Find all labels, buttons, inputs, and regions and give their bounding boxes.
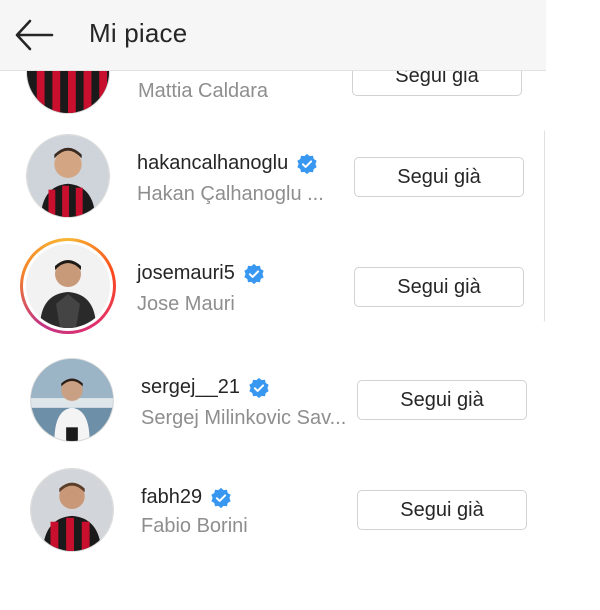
verified-badge-icon <box>297 153 317 174</box>
scrollbar[interactable] <box>540 130 545 322</box>
arrow-left-icon[interactable] <box>14 18 54 52</box>
verified-badge-icon <box>244 263 264 284</box>
user-username[interactable]: sergej__21 <box>141 376 270 399</box>
avatar[interactable] <box>30 358 114 442</box>
user-username[interactable]: fabh29 <box>141 486 232 509</box>
back-button[interactable] <box>14 18 54 52</box>
user-fullname: Fabio Borini <box>141 515 248 537</box>
user-username[interactable]: hakancalhanoglu <box>137 152 318 175</box>
avatar[interactable] <box>26 134 110 218</box>
following-button[interactable]: Segui già <box>354 157 524 197</box>
avatar[interactable] <box>30 468 114 552</box>
list-item[interactable]: fabh29 Fabio Borini Segui già <box>0 468 560 568</box>
list-item[interactable]: josemauri5 Jose Mauri Segui già <box>0 238 560 340</box>
user-username[interactable]: josemauri5 <box>137 262 265 285</box>
username-text[interactable]: hakancalhanoglu <box>137 152 288 175</box>
user-fullname: Hakan Çalhanoglu ... <box>137 183 324 205</box>
user-fullname: Mattia Caldara <box>138 80 269 102</box>
likes-list: Mattia Caldara Segui già hakancalhanoglu… <box>0 0 600 610</box>
story-ring[interactable] <box>20 238 116 334</box>
username-text[interactable]: fabh29 <box>141 486 202 509</box>
page-title: Mi piace <box>89 18 188 48</box>
verified-badge-icon <box>249 377 269 398</box>
following-button[interactable]: Segui già <box>354 267 524 307</box>
user-fullname: Sergej Milinkovic Sav... <box>141 407 347 429</box>
list-item[interactable]: sergej__21 Sergej Milinkovic Sav... Segu… <box>0 358 560 458</box>
user-fullname: Jose Mauri <box>137 293 235 315</box>
username-text[interactable]: sergej__21 <box>141 376 240 399</box>
username-text[interactable]: josemauri5 <box>137 262 235 285</box>
top-bar: Mi piace <box>0 0 546 71</box>
verified-badge-icon <box>211 487 231 508</box>
avatar[interactable] <box>26 244 110 328</box>
following-button[interactable]: Segui già <box>357 380 527 420</box>
list-item[interactable]: hakancalhanoglu Hakan Çalhanoglu ... Seg… <box>0 134 560 234</box>
following-button[interactable]: Segui già <box>357 490 527 530</box>
